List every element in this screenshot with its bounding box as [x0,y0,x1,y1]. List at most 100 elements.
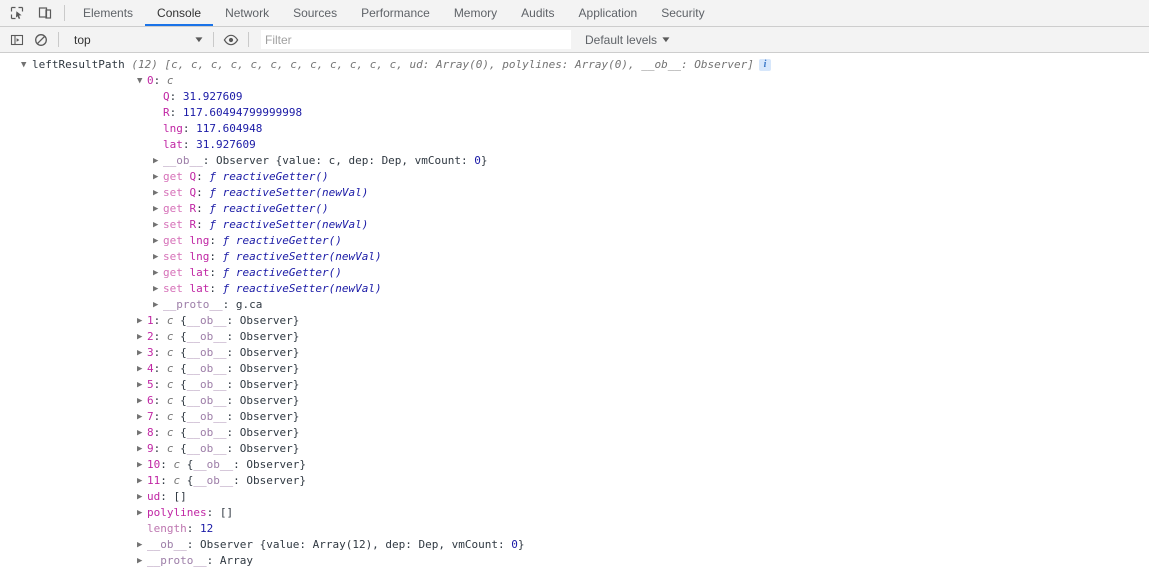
tab-application[interactable]: Application [567,0,650,26]
object-property-row[interactable]: 10: c {__ob__: Observer} [0,457,1149,473]
object-property-row[interactable]: set Q: ƒ reactiveSetter(newVal) [0,185,1149,201]
info-badge-icon[interactable]: i [759,59,771,71]
inspect-element-icon[interactable] [6,2,28,24]
disclosure-triangle-collapsed-icon[interactable] [137,441,142,457]
object-property-row[interactable]: 1: c {__ob__: Observer} [0,313,1149,329]
token-kw: get [163,202,190,215]
disclosure-triangle-collapsed-icon[interactable] [137,457,142,473]
tab-audits[interactable]: Audits [509,0,566,26]
tab-label: Network [225,6,270,20]
disclosure-triangle-collapsed-icon[interactable] [153,265,158,281]
tab-network[interactable]: Network [213,0,281,26]
device-toolbar-icon[interactable] [34,2,56,24]
row-text: 7: c {__ob__: Observer} [147,409,299,425]
disclosure-triangle-collapsed-icon[interactable] [137,505,142,521]
object-property-row[interactable]: set R: ƒ reactiveSetter(newVal) [0,217,1149,233]
object-property-row[interactable]: get Q: ƒ reactiveGetter() [0,169,1149,185]
object-property-row[interactable]: 9: c {__ob__: Observer} [0,441,1149,457]
token-obj: : Observer} [226,378,300,391]
object-property-row[interactable]: Q: 31.927609 [0,89,1149,105]
token-internal: __ob__ [186,346,227,359]
object-property-row[interactable]: length: 12 [0,521,1149,537]
object-property-row[interactable]: __ob__: Observer {value: Array(12), dep:… [0,537,1149,553]
object-property-row[interactable]: 4: c {__ob__: Observer} [0,361,1149,377]
object-property-row[interactable]: get lng: ƒ reactiveGetter() [0,233,1149,249]
disclosure-triangle-collapsed-icon[interactable] [137,537,142,553]
row-text: get lng: ƒ reactiveGetter() [163,233,342,249]
clear-console-icon[interactable] [30,30,52,50]
object-property-row[interactable]: set lat: ƒ reactiveSetter(newVal) [0,281,1149,297]
tab-performance[interactable]: Performance [349,0,442,26]
disclosure-triangle-expanded-icon[interactable] [21,57,26,73]
disclosure-triangle-collapsed-icon[interactable] [153,201,158,217]
object-property-row[interactable]: 3: c {__ob__: Observer} [0,345,1149,361]
token-prop: 11 [147,474,161,487]
object-property-row[interactable]: lat: 31.927609 [0,137,1149,153]
disclosure-triangle-collapsed-icon[interactable] [137,377,142,393]
execution-context-selector[interactable]: top ▼ [67,30,207,49]
object-property-row[interactable]: __proto__: g.ca [0,297,1149,313]
disclosure-triangle-collapsed-icon[interactable] [137,361,142,377]
disclosure-triangle-collapsed-icon[interactable] [153,281,158,297]
log-levels-selector[interactable]: Default levels ▼ [585,33,672,47]
disclosure-triangle-collapsed-icon[interactable] [153,153,158,169]
row-text: __proto__: Array [147,553,253,569]
token-kw: get [163,234,190,247]
token-obj: Array [219,554,253,567]
object-property-row[interactable]: ud: [] [0,489,1149,505]
tab-console[interactable]: Console [145,0,214,26]
console-sidebar-icon[interactable] [6,30,28,50]
token-prop: 4 [147,362,154,375]
tab-elements[interactable]: Elements [71,0,145,26]
disclosure-triangle-collapsed-icon[interactable] [153,185,158,201]
token-plain: : [153,442,167,455]
disclosure-triangle-collapsed-icon[interactable] [137,409,142,425]
object-property-row[interactable]: polylines: [] [0,505,1149,521]
object-property-row[interactable]: __proto__: Array [0,553,1149,569]
object-property-row[interactable]: 8: c {__ob__: Observer} [0,425,1149,441]
token-kw: set [163,218,190,231]
tab-memory[interactable]: Memory [442,0,509,26]
object-property-row[interactable]: get R: ƒ reactiveGetter() [0,201,1149,217]
token-obj: : Observer} [226,346,300,359]
object-property-row[interactable]: lng: 117.604948 [0,121,1149,137]
disclosure-triangle-collapsed-icon[interactable] [137,345,142,361]
tab-label: Performance [361,6,430,20]
tab-security[interactable]: Security [649,0,716,26]
object-property-row[interactable]: get lat: ƒ reactiveGetter() [0,265,1149,281]
object-property-row[interactable]: 7: c {__ob__: Observer} [0,409,1149,425]
disclosure-triangle-collapsed-icon[interactable] [137,393,142,409]
disclosure-triangle-collapsed-icon[interactable] [153,249,158,265]
console-message-row[interactable]: leftResultPath (12) [c, c, c, c, c, c, c… [0,57,1149,73]
disclosure-triangle-collapsed-icon[interactable] [153,169,158,185]
disclosure-triangle-expanded-icon[interactable] [137,73,142,89]
live-expression-eye-icon[interactable] [220,30,242,50]
disclosure-triangle-collapsed-icon[interactable] [137,489,142,505]
token-prop: lat [189,282,210,295]
token-plain: : [153,330,167,343]
object-property-row[interactable]: 6: c {__ob__: Observer} [0,393,1149,409]
object-property-row[interactable]: 2: c {__ob__: Observer} [0,329,1149,345]
tab-sources[interactable]: Sources [281,0,349,26]
object-property-row[interactable]: __ob__: Observer {value: c, dep: Dep, vm… [0,153,1149,169]
disclosure-triangle-collapsed-icon[interactable] [137,553,142,569]
disclosure-triangle-collapsed-icon[interactable] [137,425,142,441]
disclosure-triangle-collapsed-icon[interactable] [153,297,158,313]
object-property-row[interactable]: R: 117.60494799999998 [0,105,1149,121]
token-obj: { [180,458,194,471]
disclosure-triangle-collapsed-icon[interactable] [153,233,158,249]
object-property-row[interactable]: set lng: ƒ reactiveSetter(newVal) [0,249,1149,265]
filter-input[interactable] [261,30,571,49]
token-internal: __ob__ [147,538,187,551]
object-property-row[interactable]: 11: c {__ob__: Observer} [0,473,1149,489]
disclosure-triangle-collapsed-icon[interactable] [137,313,142,329]
disclosure-triangle-collapsed-icon[interactable] [137,473,142,489]
disclosure-triangle-collapsed-icon[interactable] [137,329,142,345]
toolbar-divider [64,5,65,21]
object-property-row[interactable]: 0: c [0,73,1149,89]
object-property-row[interactable]: 5: c {__ob__: Observer} [0,377,1149,393]
console-output[interactable]: leftResultPath (12) [c, c, c, c, c, c, c… [0,53,1149,581]
token-plain: : [182,122,197,135]
disclosure-triangle-collapsed-icon[interactable] [153,217,158,233]
token-plain: : [153,362,167,375]
